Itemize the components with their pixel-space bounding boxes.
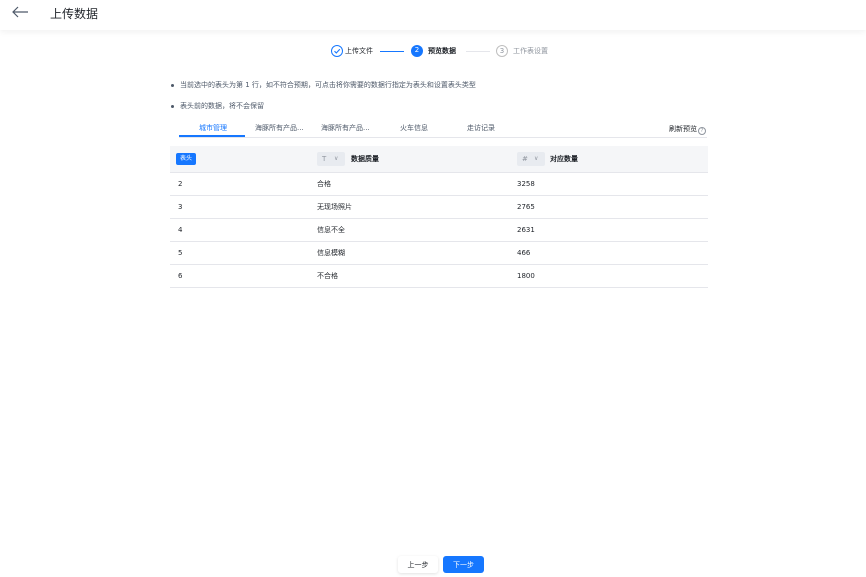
table-row[interactable]: 4 信息不全 2631 <box>170 219 708 242</box>
column-type-select[interactable]: T ∨ <box>317 152 345 166</box>
next-step-button[interactable]: 下一步 <box>443 556 484 573</box>
refresh-preview-label: 刷新预览 <box>669 125 697 133</box>
step-2-number: 2 <box>411 45 423 57</box>
preview-table: 表头 T ∨ 数据质量 # ∨ 对应数量 2 合格 3258 3 无现场照片 2… <box>170 146 708 288</box>
table-row[interactable]: 6 不合格 1800 <box>170 265 708 288</box>
note-item: 当前选中的表头为第 1 行，如不符合预期，可点击将你需要的数据行指定为表头和设置… <box>170 80 476 91</box>
cell-quality: 信息模糊 <box>317 249 345 257</box>
step-connector <box>466 51 490 52</box>
help-icon: ? <box>698 127 706 135</box>
step-3-number: 3 <box>496 45 508 57</box>
notes-list: 当前选中的表头为第 1 行，如不符合预期，可点击将你需要的数据行指定为表头和设置… <box>170 80 476 112</box>
column-title: 对应数量 <box>550 155 578 163</box>
cell-quality: 信息不全 <box>317 226 345 234</box>
chevron-down-icon: ∨ <box>334 155 339 162</box>
table-header-row: 表头 T ∨ 数据质量 # ∨ 对应数量 <box>170 146 708 173</box>
step-connector <box>380 51 404 52</box>
text-type-icon: T <box>322 155 327 163</box>
tab-visit-records[interactable]: 走访记录 <box>467 123 495 133</box>
cell-quality: 不合格 <box>317 272 338 280</box>
active-tab-indicator <box>179 135 245 137</box>
row-number: 3 <box>178 203 183 211</box>
tab-train-info[interactable]: 火车信息 <box>400 123 428 133</box>
page-header: 上传数据 <box>0 0 866 30</box>
cell-count: 2631 <box>517 226 535 234</box>
row-number: 2 <box>178 180 183 188</box>
table-row[interactable]: 2 合格 3258 <box>170 173 708 196</box>
tab-dolphin-products-2[interactable]: 海豚所有产品... <box>321 123 370 133</box>
step-1-label: 上传文件 <box>345 47 373 55</box>
row-number: 4 <box>178 226 183 234</box>
column-type-select[interactable]: # ∨ <box>517 152 545 166</box>
cell-quality: 合格 <box>317 180 331 188</box>
refresh-preview-button[interactable]: 刷新预览? <box>669 124 706 135</box>
cell-count: 466 <box>517 249 531 257</box>
chevron-down-icon: ∨ <box>534 155 539 162</box>
table-row[interactable]: 5 信息模糊 466 <box>170 242 708 265</box>
column-title: 数据质量 <box>351 155 379 163</box>
step-3-label: 工作表设置 <box>513 47 548 55</box>
header-row-badge: 表头 <box>176 153 197 165</box>
cell-count: 2765 <box>517 203 535 211</box>
table-row[interactable]: 3 无现场照片 2765 <box>170 196 708 219</box>
step-2-label: 预览数据 <box>428 47 456 55</box>
check-icon <box>331 45 343 57</box>
cell-quality: 无现场照片 <box>317 203 352 211</box>
tab-dolphin-products-1[interactable]: 海豚所有产品... <box>255 123 304 133</box>
row-number: 6 <box>178 272 183 280</box>
page-title: 上传数据 <box>50 7 99 21</box>
number-type-icon: # <box>522 155 528 163</box>
tab-city-management[interactable]: 城市管理 <box>199 123 227 133</box>
previous-step-button[interactable]: 上一步 <box>398 556 438 573</box>
sheet-tabs: 城市管理 海豚所有产品... 海豚所有产品... 火车信息 走访记录 <box>179 121 707 138</box>
cell-count: 1800 <box>517 272 535 280</box>
cell-count: 3258 <box>517 180 535 188</box>
arrow-left-icon[interactable] <box>10 4 30 20</box>
note-item: 表头前的数据，将不会保留 <box>170 101 476 112</box>
row-number: 5 <box>178 249 183 257</box>
steps-bar: 上传文件 2 预览数据 3 工作表设置 <box>0 44 866 60</box>
